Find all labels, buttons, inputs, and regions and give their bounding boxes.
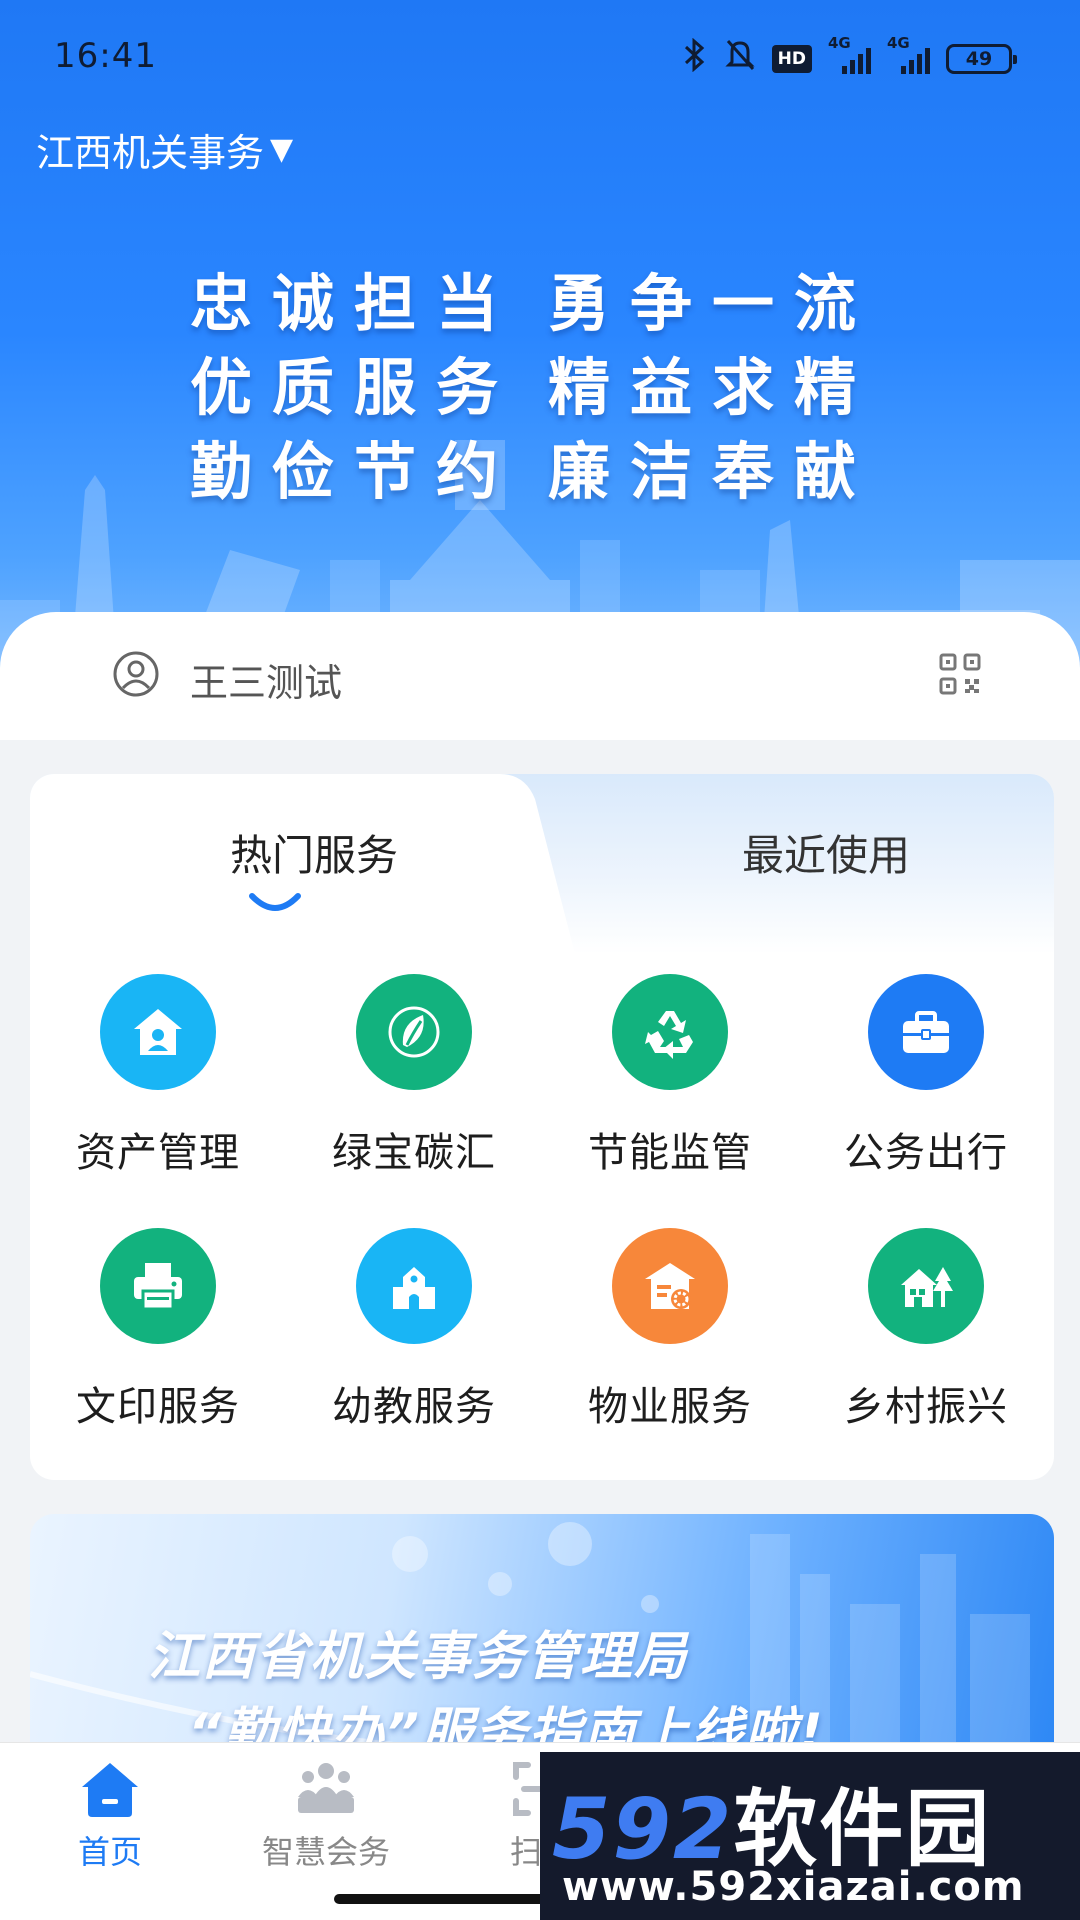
sig1-label: 4G	[828, 34, 851, 52]
service-energy-supervision[interactable]: 节能监管	[542, 974, 798, 1188]
service-label: 物业服务	[588, 1384, 752, 1430]
user-card[interactable]: 王三测试	[0, 612, 1080, 740]
service-label: 资产管理	[76, 1130, 240, 1176]
nav-label: 智慧会务	[261, 1833, 390, 1871]
slogan-phrase: 优质服务	[190, 351, 519, 424]
status-icons: HD 4G 4G 49	[682, 34, 1017, 80]
school-icon	[356, 1228, 472, 1344]
service-label: 文印服务	[76, 1384, 240, 1430]
user-avatar-icon	[113, 651, 159, 697]
leaf-icon	[356, 974, 472, 1090]
nav-home[interactable]: 首页	[0, 1757, 220, 1873]
slogan-phrase: 精益求精	[548, 351, 877, 424]
service-property[interactable]: 物业服务	[542, 1228, 798, 1442]
service-official-travel[interactable]: 公务出行	[798, 974, 1054, 1188]
bell-off-icon	[724, 38, 756, 80]
service-green-carbon[interactable]: 绿宝碳汇	[286, 974, 542, 1188]
banner-title: 江西省机关事务管理局	[148, 1627, 689, 1687]
house-gear-icon	[612, 1228, 728, 1344]
home-icon	[82, 1763, 138, 1817]
nav-label: 首页	[77, 1833, 142, 1871]
org-name: 江西机关事务	[36, 131, 265, 175]
service-printing[interactable]: 文印服务	[30, 1228, 286, 1442]
status-bar: 16:41 HD 4G 4G 49	[0, 0, 1080, 110]
slogan-phrase: 忠诚担当	[190, 267, 519, 340]
status-time: 16:41	[54, 36, 157, 76]
slogan-phrase: 勇争一流	[548, 267, 877, 340]
hd-badge: HD	[771, 45, 812, 73]
service-rural-revitalization[interactable]: 乡村振兴	[798, 1228, 1054, 1442]
nav-smart-meeting[interactable]: 智慧会务	[216, 1757, 436, 1873]
service-label: 乡村振兴	[844, 1384, 1008, 1430]
signal-icon: 4G	[828, 34, 871, 74]
service-label: 幼教服务	[332, 1384, 496, 1430]
house-user-icon	[100, 974, 216, 1090]
service-label: 公务出行	[844, 1130, 1008, 1176]
sig2-label: 4G	[887, 34, 910, 52]
tab-hot-services[interactable]: 热门服务	[114, 822, 514, 883]
service-preschool[interactable]: 幼教服务	[286, 1228, 542, 1442]
slogan-line: 忠诚担当 勇争一流	[190, 262, 876, 346]
signal-icon: 4G	[887, 34, 930, 74]
promo-banner[interactable]: 江西省机关事务管理局 “勤快办”服务指南上线啦!	[30, 1514, 1054, 1754]
battery-icon: 49	[946, 44, 1017, 74]
slogan-phrase: 勤俭节约	[190, 435, 519, 508]
bluetooth-icon	[682, 37, 708, 80]
slogan-line: 勤俭节约 廉洁奉献	[190, 430, 876, 514]
meeting-icon	[298, 1763, 354, 1813]
watermark-url: www.592xiazai.com	[562, 1864, 1025, 1910]
briefcase-icon	[868, 974, 984, 1090]
tab-recent-used[interactable]: 最近使用	[626, 822, 1026, 883]
service-label: 绿宝碳汇	[332, 1130, 496, 1176]
service-grid: 资产管理 绿宝碳汇 节能监管 公务出行 文印服务 幼教服务 物业服务 乡村振兴	[30, 974, 1054, 1442]
tab-active-indicator	[249, 893, 301, 911]
slogan-line: 优质服务 精益求精	[190, 346, 876, 430]
printer-icon	[100, 1228, 216, 1344]
dropdown-triangle-icon: ▼	[270, 132, 294, 167]
services-card: 热门服务 最近使用 资产管理 绿宝碳汇 节能监管 公务出行 文印服务 幼教服务 …	[30, 774, 1054, 1480]
service-label: 节能监管	[588, 1130, 752, 1176]
service-asset-management[interactable]: 资产管理	[30, 974, 286, 1188]
recycle-icon	[612, 974, 728, 1090]
user-name: 王三测试	[190, 661, 343, 705]
org-selector[interactable]: 江西机关事务 ▼	[36, 122, 293, 177]
village-icon	[868, 1228, 984, 1344]
slogan: 忠诚担当 勇争一流 优质服务 精益求精 勤俭节约 廉洁奉献	[190, 262, 876, 514]
qr-code-icon[interactable]	[938, 652, 982, 696]
watermark: 592软件园 www.592xiazai.com	[540, 1752, 1080, 1920]
slogan-phrase: 廉洁奉献	[548, 435, 877, 508]
